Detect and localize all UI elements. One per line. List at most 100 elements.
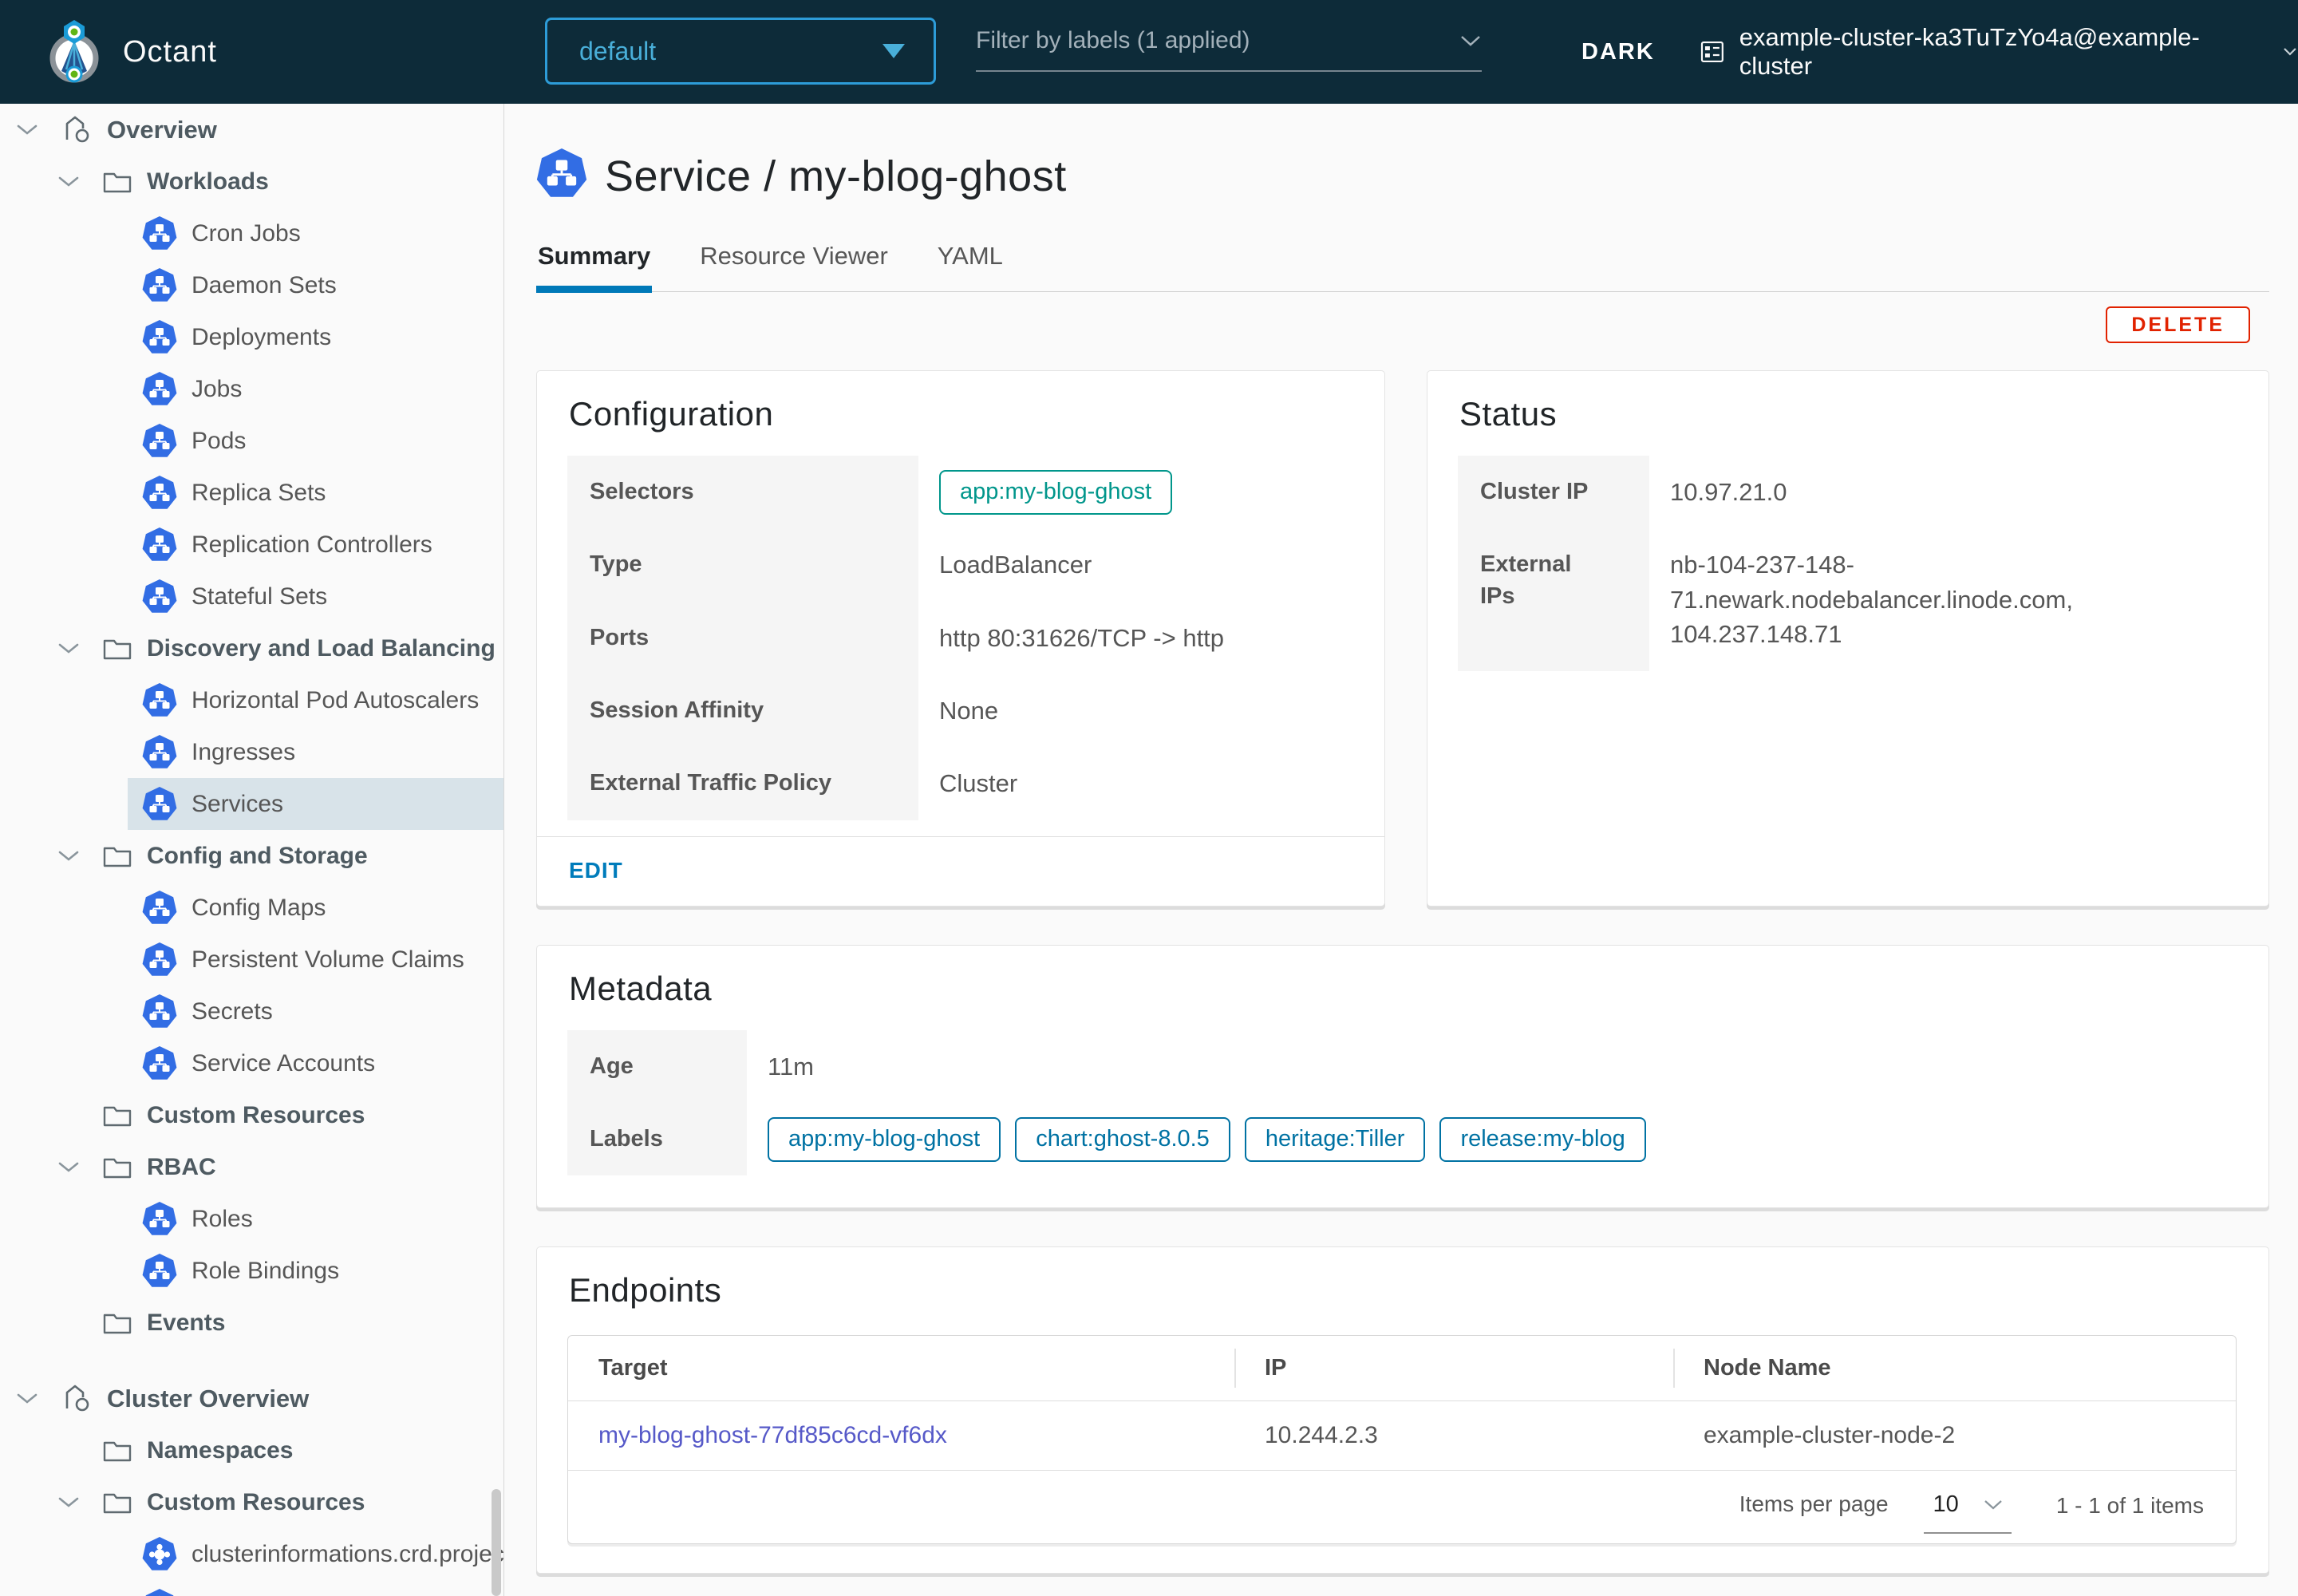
chevron-down-icon[interactable] [57, 1160, 102, 1174]
chevron-down-icon[interactable] [57, 849, 102, 863]
sidebar-item-events[interactable]: Events [0, 1297, 503, 1349]
chevron-down-icon [2284, 48, 2296, 56]
events-icon [102, 1310, 132, 1336]
sidebar-item-rbac[interactable]: RBAC [0, 1141, 503, 1193]
rbac-icon [102, 1155, 132, 1180]
table-row: my-blog-ghost-77df85c6cd-vf6dx 10.244.2.3… [568, 1401, 2236, 1472]
sidebar-item-horizontal-pod-autoscalers[interactable]: Horizontal Pod Autoscalers [0, 674, 503, 726]
discovery-and-load-balancing-icon [102, 636, 132, 662]
replication-controllers-icon [142, 527, 177, 563]
theme-toggle-button[interactable]: DARK [1540, 0, 1655, 104]
horizontal-pod-autoscalers-icon [142, 682, 177, 718]
sidebar-item-pods[interactable]: Pods [0, 415, 503, 467]
sidebar-item-service-accounts[interactable]: Service Accounts [0, 1037, 503, 1089]
app-header: Octant default Filter by labels (1 appli… [0, 0, 2298, 104]
sidebar-item-jobs[interactable]: Jobs [0, 363, 503, 415]
edit-link[interactable]: EDIT [569, 858, 623, 883]
sidebar-item-cron-jobs[interactable]: Cron Jobs [0, 207, 503, 259]
secrets-icon [142, 994, 177, 1029]
sidebar-item-persistent-volume-claims[interactable]: Persistent Volume Claims [0, 934, 503, 986]
chevron-down-icon[interactable] [16, 1392, 61, 1405]
sidebar-item-label: Custom Resources [147, 1101, 365, 1128]
sidebar-item-role-bindings[interactable]: Role Bindings [0, 1245, 503, 1297]
pagination-range: 1 - 1 of 1 items [2055, 1493, 2204, 1519]
sidebar-item-label: Replication Controllers [192, 531, 432, 558]
sidebar-item-label: csidrivers.csi.storage.k8s.io [192, 1593, 484, 1596]
sidebar-item-workloads[interactable]: Workloads [0, 156, 503, 207]
sidebar-item-clusterinformations-crd-projec[interactable]: clusterinformations.crd.projec [0, 1528, 503, 1580]
label-filter-input[interactable]: Filter by labels (1 applied) [976, 27, 1482, 72]
sidebar-item-daemon-sets[interactable]: Daemon Sets [0, 259, 503, 311]
sidebar-nav: Overview Workloads Cron Jobs Daemon Sets Dep… [0, 104, 504, 1596]
sidebar-item-label: Cluster Overview [107, 1384, 310, 1412]
ports-value: http 80:31626/TCP -> http [939, 623, 1225, 652]
selector-badge[interactable]: app:my-blog-ghost [939, 469, 1173, 515]
chevron-down-icon[interactable] [57, 175, 102, 188]
session-affinity-label: Session Affinity [567, 674, 918, 748]
clusterinformations-crd-projec-icon [142, 1536, 177, 1572]
custom-resources-icon [102, 1103, 132, 1128]
sidebar-item-overview[interactable]: Overview [0, 104, 503, 156]
sidebar-item-secrets[interactable]: Secrets [0, 986, 503, 1037]
sidebar-item-custom-resources[interactable]: Custom Resources [0, 1476, 503, 1528]
endpoints-table: Target IP Node Name my-blog-ghost-77df85c6… [567, 1335, 2237, 1545]
workloads-icon [102, 169, 132, 195]
deployments-icon [142, 319, 177, 355]
main-content: Service / my-blog-ghost Summary Resource … [504, 104, 2298, 1596]
type-value: LoadBalancer [939, 551, 1092, 579]
label-badge-app-my-blog-ghost[interactable]: app:my-blog-ghost [768, 1116, 1001, 1162]
sidebar-item-csidrivers-csi-storage-k8s-io[interactable]: csidrivers.csi.storage.k8s.io [0, 1580, 503, 1596]
sidebar-item-label: Secrets [192, 998, 273, 1025]
sidebar-item-config-and-storage[interactable]: Config and Storage [0, 830, 503, 882]
sidebar-item-cluster-overview[interactable]: Cluster Overview [0, 1373, 503, 1424]
page-title: Service / my-blog-ghost [605, 152, 1067, 200]
tab-summary[interactable]: Summary [536, 229, 653, 293]
column-header-node-name: Node Name [1673, 1336, 2236, 1400]
metadata-title: Metadata [569, 969, 713, 1007]
endpoint-target-link[interactable]: my-blog-ghost-77df85c6cd-vf6dx [598, 1422, 947, 1448]
sidebar-item-ingresses[interactable]: Ingresses [0, 726, 503, 778]
namespace-dropdown[interactable]: default [545, 18, 936, 85]
theme-toggle-label: DARK [1581, 38, 1655, 65]
replica-sets-icon [142, 475, 177, 511]
sidebar-item-custom-resources[interactable]: Custom Resources [0, 1089, 503, 1141]
sidebar-item-services[interactable]: Services [0, 778, 503, 830]
tab-resource-viewer[interactable]: Resource Viewer [698, 229, 889, 291]
cluster-context-label: example-cluster-ka3TuTzYo4a@example-clus… [1739, 23, 2200, 80]
sidebar-item-config-maps[interactable]: Config Maps [0, 882, 503, 934]
sidebar-item-roles[interactable]: Roles [0, 1193, 503, 1245]
sidebar-item-label: Ingresses [192, 738, 296, 765]
moon-icon [1547, 40, 1559, 64]
session-affinity-value: None [939, 696, 999, 725]
app-title: Octant [123, 34, 217, 69]
sidebar-item-replica-sets[interactable]: Replica Sets [0, 467, 503, 519]
delete-button[interactable]: DELETE [2106, 306, 2250, 343]
sidebar-item-replication-controllers[interactable]: Replication Controllers [0, 519, 503, 571]
label-badge-chart-ghost-8-0-5[interactable]: chart:ghost-8.0.5 [1015, 1116, 1230, 1162]
sidebar-item-label: Service Accounts [192, 1049, 376, 1077]
sidebar-item-deployments[interactable]: Deployments [0, 311, 503, 363]
role-bindings-icon [142, 1253, 177, 1289]
cluster-context-dropdown[interactable]: example-cluster-ka3TuTzYo4a@example-clus… [1698, 0, 2298, 104]
octant-logo-icon [41, 17, 107, 87]
cron-jobs-icon [142, 215, 177, 251]
metadata-card: Metadata Age 11m Labels app:my-blog-ghos… [536, 944, 2269, 1209]
label-badge-heritage-tiller[interactable]: heritage:Tiller [1244, 1116, 1426, 1162]
sidebar-item-discovery-and-load-balancing[interactable]: Discovery and Load Balancing [0, 622, 503, 674]
label-badge-release-my-blog[interactable]: release:my-blog [1439, 1116, 1646, 1162]
sidebar-item-label: Deployments [192, 323, 332, 350]
sidebar-item-label: Replica Sets [192, 479, 326, 506]
sidebar-item-label: Daemon Sets [192, 271, 337, 298]
tab-yaml[interactable]: YAML [936, 229, 1005, 291]
chevron-down-icon[interactable] [16, 123, 61, 136]
sidebar-item-namespaces[interactable]: Namespaces [0, 1424, 503, 1476]
type-label: Type [567, 528, 918, 602]
ingresses-icon [142, 734, 177, 770]
chevron-down-icon[interactable] [57, 642, 102, 655]
chevron-down-icon [1984, 1499, 2002, 1510]
chevron-down-icon[interactable] [57, 1495, 102, 1509]
selectors-label: Selectors [567, 456, 918, 529]
sidebar-item-stateful-sets[interactable]: Stateful Sets [0, 571, 503, 622]
items-per-page-select[interactable]: 10 [1923, 1491, 2012, 1535]
sidebar-item-label: clusterinformations.crd.projec [192, 1540, 504, 1567]
